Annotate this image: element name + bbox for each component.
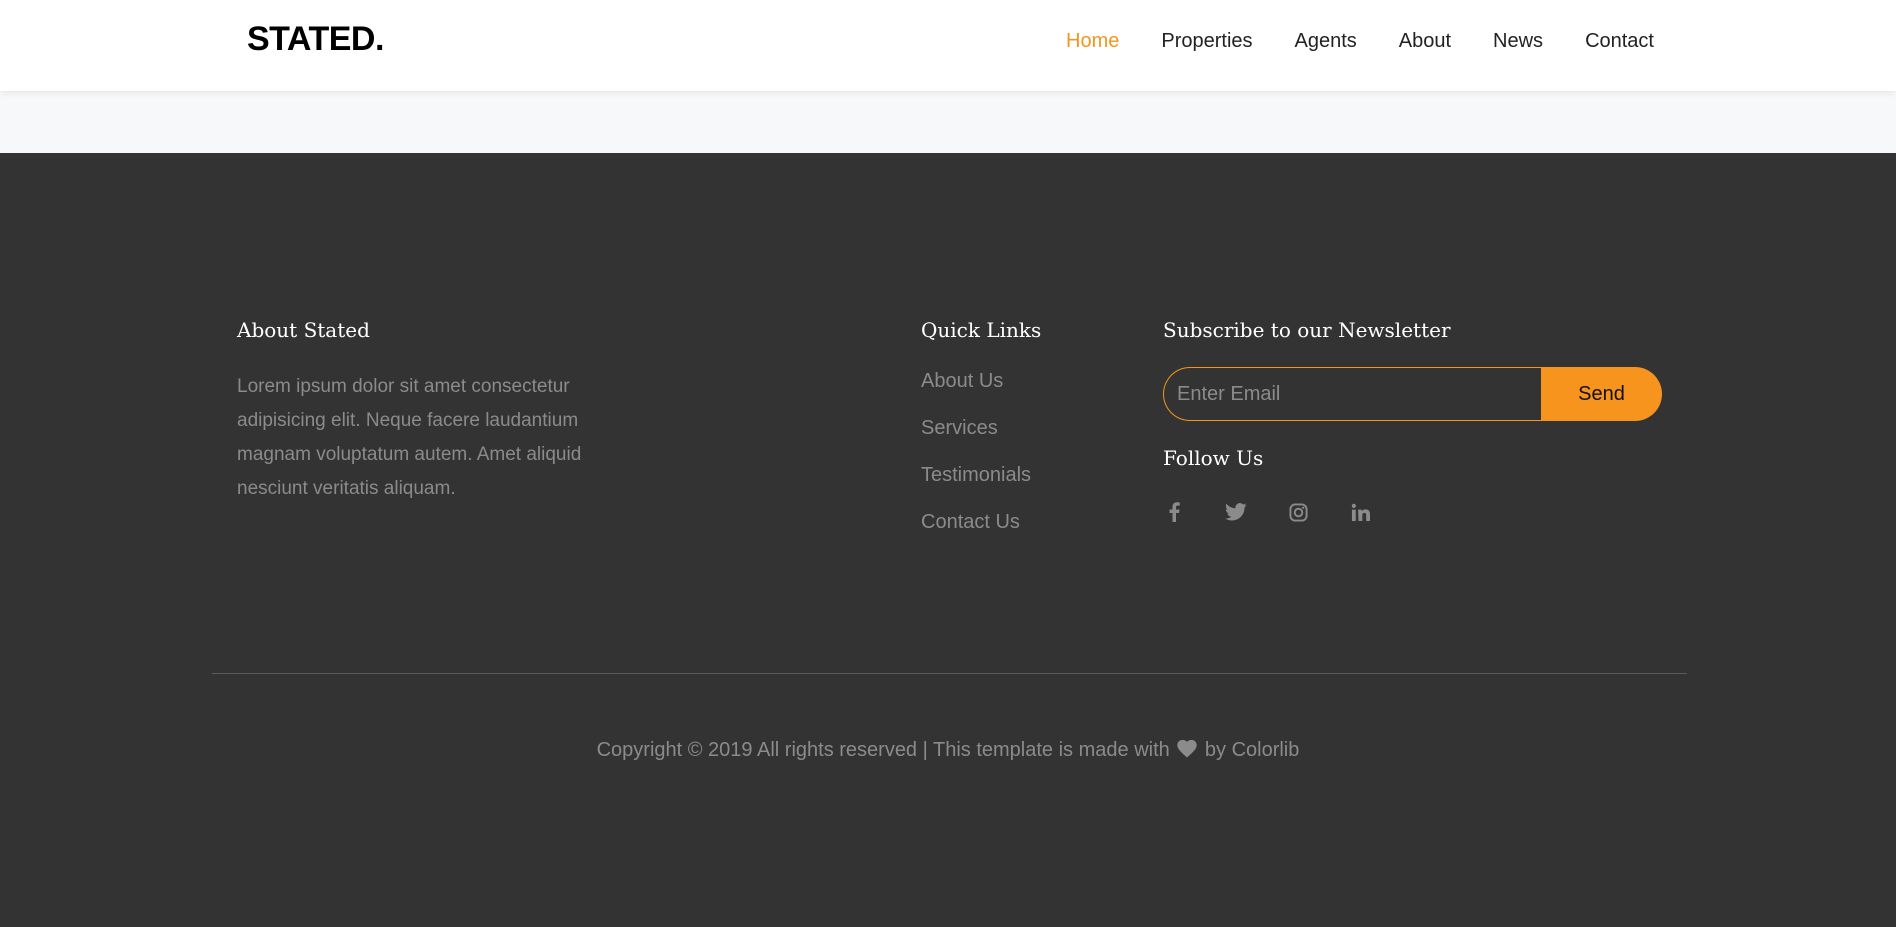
main-nav: Home Properties Agents About News Contac… bbox=[1024, 30, 1654, 53]
copyright-text-after[interactable]: by Colorlib bbox=[1205, 739, 1299, 761]
nav-link-home[interactable]: Home bbox=[1066, 30, 1119, 53]
list-item: Contact Us bbox=[921, 511, 1031, 558]
quick-links-list: About Us Services Testimonials Contact U… bbox=[921, 370, 1031, 558]
nav-link-contact[interactable]: Contact bbox=[1585, 30, 1654, 53]
follow-us-heading: Follow Us bbox=[1163, 446, 1264, 470]
quick-link-contact-us[interactable]: Contact Us bbox=[921, 511, 1020, 533]
email-input[interactable] bbox=[1163, 367, 1541, 421]
navbar: STATED. Home Properties Agents About New… bbox=[0, 0, 1896, 91]
list-item: Services bbox=[921, 417, 1031, 464]
newsletter-form: Send bbox=[1163, 367, 1662, 421]
footer-divider bbox=[212, 673, 1687, 674]
copyright-text-before: Copyright © 2019 All rights reserved | T… bbox=[596, 739, 1170, 761]
send-button[interactable]: Send bbox=[1541, 367, 1662, 421]
newsletter-heading: Subscribe to our Newsletter bbox=[1163, 318, 1451, 342]
list-item: Testimonials bbox=[921, 464, 1031, 511]
quick-link-testimonials[interactable]: Testimonials bbox=[921, 464, 1031, 486]
copyright-text: Copyright © 2019 All rights reserved | T… bbox=[0, 739, 1896, 764]
list-item: About Us bbox=[921, 370, 1031, 417]
instagram-icon[interactable] bbox=[1287, 501, 1309, 523]
about-text: Lorem ipsum dolor sit amet consectetur a… bbox=[237, 376, 582, 499]
heart-icon bbox=[1177, 739, 1198, 764]
linkedin-icon[interactable] bbox=[1349, 501, 1371, 523]
social-links bbox=[1163, 501, 1411, 523]
nav-link-properties[interactable]: Properties bbox=[1161, 30, 1252, 53]
nav-link-agents[interactable]: Agents bbox=[1295, 30, 1357, 53]
quick-links-heading: Quick Links bbox=[921, 318, 1042, 342]
content-band bbox=[0, 91, 1896, 153]
nav-link-news[interactable]: News bbox=[1493, 30, 1543, 53]
facebook-icon[interactable] bbox=[1163, 501, 1185, 523]
site-footer: About Stated Lorem ipsum dolor sit amet … bbox=[0, 153, 1896, 927]
quick-link-about-us[interactable]: About Us bbox=[921, 370, 1003, 392]
site-logo[interactable]: STATED. bbox=[247, 20, 384, 59]
about-heading: About Stated bbox=[237, 318, 370, 342]
quick-link-services[interactable]: Services bbox=[921, 417, 998, 439]
nav-link-about[interactable]: About bbox=[1399, 30, 1451, 53]
twitter-icon[interactable] bbox=[1225, 501, 1247, 523]
